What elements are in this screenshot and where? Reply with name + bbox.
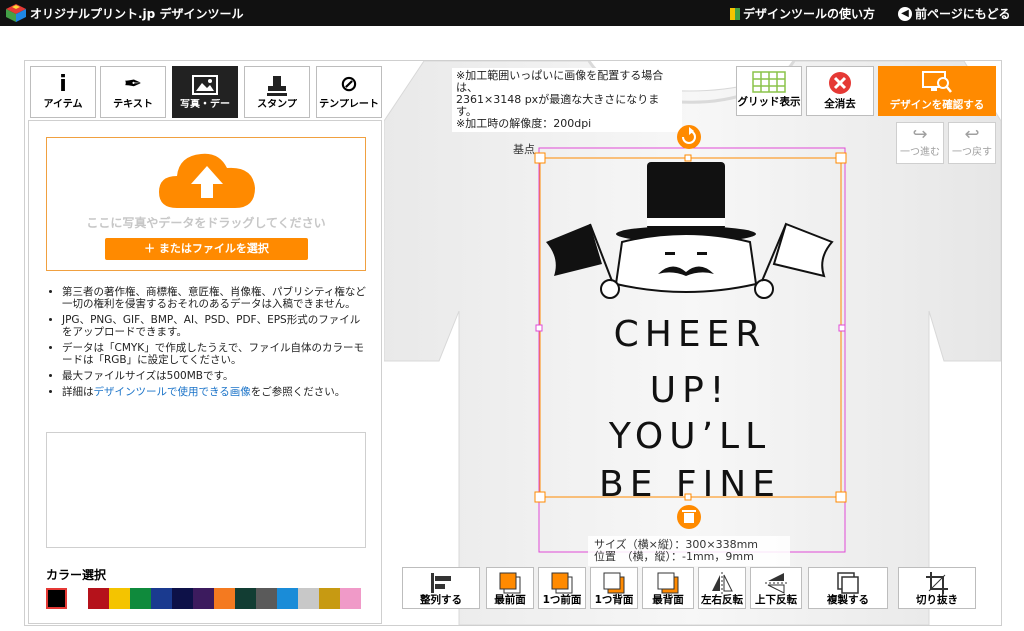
- swatch-yellow[interactable]: [109, 588, 130, 609]
- size-position-info: サイズ（横×縦）：300×338mm 位置 （横，縦）：-1mm，9mm: [588, 536, 790, 566]
- logo-icon: [6, 4, 26, 22]
- select-file-button[interactable]: ＋ またはファイルを選択: [105, 238, 308, 260]
- help-link[interactable]: デザインツールの使い方: [730, 5, 875, 22]
- crop-button[interactable]: 切り抜き: [898, 567, 976, 609]
- pen-icon: ✒: [123, 72, 143, 97]
- grid-icon: [752, 71, 786, 93]
- undo-button[interactable]: ↩ 一つ戻す: [948, 122, 996, 164]
- tab-text[interactable]: ✒ テキスト: [100, 66, 166, 118]
- swatch-white[interactable]: [67, 588, 88, 609]
- swatch-dark-green[interactable]: [235, 588, 256, 609]
- tab-stamp[interactable]: スタンプ: [244, 66, 310, 118]
- send-backward-button[interactable]: 1つ背面: [590, 567, 638, 609]
- crop-icon: [926, 572, 948, 594]
- stamp-icon: [245, 71, 309, 99]
- top-bar: オリジナルプリント.jp デザインツール デザインツールの使い方 ◀ 前ページに…: [0, 0, 1024, 26]
- design-text-line-2: UP!: [650, 370, 731, 411]
- redo-button[interactable]: ↪ 一つ進む: [896, 122, 944, 164]
- flip-vertical-button[interactable]: 上下反転: [750, 567, 802, 609]
- send-back-icon: [657, 572, 679, 594]
- swatch-navy[interactable]: [172, 588, 193, 609]
- confirm-design-button[interactable]: デザインを確認する: [878, 66, 996, 116]
- brand-title: オリジナルプリント.jp デザインツール: [30, 7, 244, 21]
- resize-handle: [835, 491, 847, 503]
- design-text-line-1: CHEER: [614, 314, 767, 355]
- chevron-left-icon: ◀: [898, 6, 912, 21]
- close-icon: [829, 72, 851, 94]
- swatch-gold[interactable]: [319, 588, 340, 609]
- design-object[interactable]: CHEER UP! YOU’LL BE FINE: [530, 124, 855, 556]
- note-colormode: データは「CMYK」で作成したうえで、ファイル自体のカラーモードは「RGB」に設…: [62, 342, 369, 366]
- tab-photo-data[interactable]: 写真・デー: [172, 66, 238, 118]
- note-formats: JPG、PNG、GIF、BMP、AI、PSD、PDF、EPS形式のファイルをアッ…: [62, 314, 369, 338]
- tab-item[interactable]: i アイテム: [30, 66, 96, 118]
- bring-front-icon: [499, 572, 521, 594]
- swatch-black[interactable]: [46, 588, 67, 609]
- print-area-notice: ※加工範囲いっぱいに画像を配置する場合は、 2361×3148 pxが最適な大き…: [452, 68, 682, 132]
- bring-forward-icon: [551, 572, 573, 594]
- swatch-red[interactable]: [88, 588, 109, 609]
- tab-template[interactable]: ⊘ テンプレート: [316, 66, 382, 118]
- swatch-orange[interactable]: [214, 588, 235, 609]
- resize-handle: [534, 491, 546, 503]
- usable-images-link[interactable]: デザインツールで使用できる画像: [94, 386, 251, 398]
- note-details: 詳細はデザインツールで使用できる画像をご参照ください。: [62, 386, 369, 398]
- monitor-search-icon: [922, 71, 952, 93]
- resize-handle: [534, 152, 546, 164]
- duplicate-icon: [837, 572, 859, 594]
- duplicate-button[interactable]: 複製する: [808, 567, 888, 609]
- design-text-line-4: BE FINE: [599, 464, 781, 505]
- swatch-blue[interactable]: [151, 588, 172, 609]
- flip-horizontal-icon: [712, 572, 733, 594]
- grid-button[interactable]: グリッド表示: [736, 66, 802, 116]
- color-palette: [46, 588, 361, 609]
- upload-dropzone[interactable]: ここに写真やデータをドラッグしてください ＋ またはファイルを選択: [46, 137, 366, 271]
- mascot-illustration: [546, 162, 834, 299]
- align-button[interactable]: 整列する: [402, 567, 480, 609]
- resize-handle: [684, 154, 692, 162]
- undo-icon: ↩: [964, 124, 980, 145]
- redo-icon: ↪: [912, 124, 928, 145]
- swatch-gray[interactable]: [256, 588, 277, 609]
- swatch-pink[interactable]: [340, 588, 361, 609]
- swatch-light-gray[interactable]: [298, 588, 319, 609]
- clear-all-button[interactable]: 全消去: [806, 66, 874, 116]
- template-icon: ⊘: [339, 72, 359, 97]
- send-to-back-button[interactable]: 最背面: [642, 567, 694, 609]
- image-icon: [173, 71, 237, 99]
- note-filesize: 最大ファイルサイズは500MBです。: [62, 370, 369, 382]
- uploaded-images-area[interactable]: [46, 432, 366, 548]
- bring-forward-button[interactable]: 1つ前面: [538, 567, 586, 609]
- swatch-sky-blue[interactable]: [277, 588, 298, 609]
- drop-instruction: ここに写真やデータをドラッグしてください: [86, 216, 326, 230]
- bring-to-front-button[interactable]: 最前面: [486, 567, 534, 609]
- upload-notes: 第三者の著作権、商標権、意匠権、肖像権、パブリシティ権など一切の権利を侵害するお…: [44, 286, 369, 402]
- resize-handle: [835, 152, 847, 164]
- design-text-line-3: YOU’LL: [608, 416, 771, 457]
- swatch-purple[interactable]: [193, 588, 214, 609]
- send-backward-icon: [603, 572, 625, 594]
- flip-vertical-icon: [765, 573, 787, 594]
- swatch-green[interactable]: [130, 588, 151, 609]
- trash-icon: [677, 505, 701, 529]
- info-icon: i: [59, 72, 67, 97]
- rotate-icon: [677, 125, 701, 149]
- book-icon: [730, 7, 740, 20]
- back-link[interactable]: ◀ 前ページにもどる: [898, 5, 1011, 22]
- align-icon: [431, 573, 451, 593]
- cloud-upload-icon: [159, 153, 255, 208]
- flip-horizontal-button[interactable]: 左右反転: [698, 567, 746, 609]
- color-select-label: カラー選択: [46, 568, 107, 582]
- note-copyright: 第三者の著作権、商標権、意匠権、肖像権、パブリシティ権など一切の権利を侵害するお…: [62, 286, 369, 310]
